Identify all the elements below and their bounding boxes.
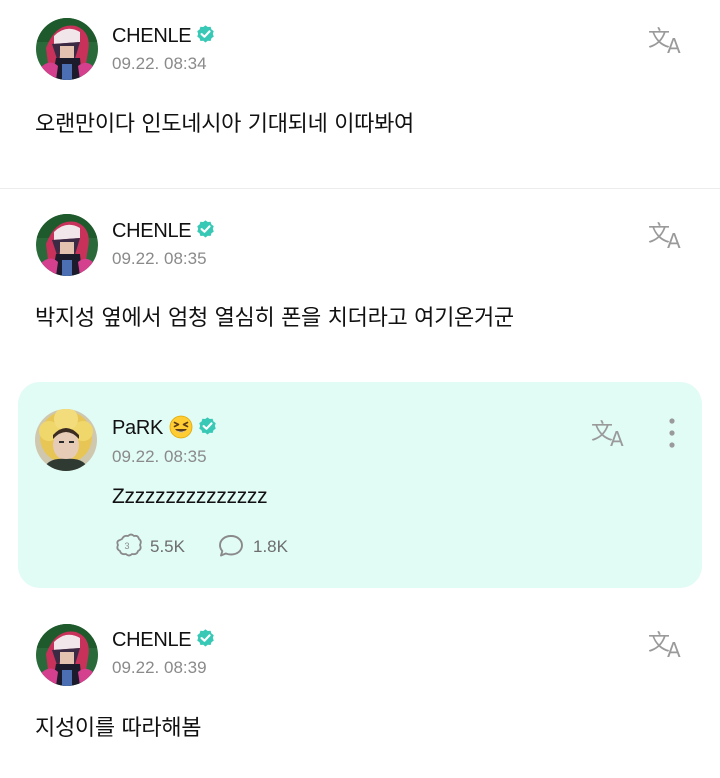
translate-icon[interactable] xyxy=(648,217,688,251)
avatar-chenle[interactable] xyxy=(36,214,98,276)
avatar-chenle[interactable] xyxy=(36,624,98,686)
translate-icon[interactable] xyxy=(648,22,688,56)
verified-icon xyxy=(195,219,216,240)
avatar-image xyxy=(36,214,98,276)
post-text: 박지성 옆에서 엄청 열심히 폰을 치더라고 여기온거군 xyxy=(35,306,514,331)
author-name-text: CHENLE xyxy=(112,220,192,242)
like-icon[interactable]: 3 xyxy=(114,533,144,559)
divider xyxy=(0,188,720,189)
author-name-text: CHENLE xyxy=(112,25,192,47)
reply-card[interactable]: PaRK 09.22. 08:35 Zzzzzzzzzzzzzzz 3 5.5K… xyxy=(18,382,702,588)
laughing-squint-emoji-icon xyxy=(169,415,193,439)
more-vertical-icon[interactable] xyxy=(666,416,678,452)
avatar-image xyxy=(36,18,98,80)
comment-icon[interactable] xyxy=(217,533,245,559)
post-date: 09.22. 08:34 xyxy=(112,54,207,73)
reply-author-name[interactable]: PaRK xyxy=(112,415,218,440)
post-date: 09.22. 08:39 xyxy=(112,658,207,677)
translate-icon[interactable] xyxy=(648,626,688,660)
avatar-image xyxy=(36,624,98,686)
post-text: 지성이를 따라해봄 xyxy=(35,716,202,741)
verified-icon xyxy=(195,24,216,45)
avatar-image xyxy=(35,409,97,471)
verified-icon xyxy=(197,416,218,437)
reply-author-text: PaRK xyxy=(112,417,164,439)
author-name[interactable]: CHENLE xyxy=(112,628,216,652)
post-text: 오랜만이다 인도네시아 기대되네 이따봐여 xyxy=(35,112,415,137)
avatar-park[interactable] xyxy=(35,409,97,471)
author-name-text: CHENLE xyxy=(112,629,192,651)
reply-date: 09.22. 08:35 xyxy=(112,447,207,466)
verified-icon xyxy=(195,628,216,649)
like-count: 5.5K xyxy=(150,537,185,556)
reply-text: Zzzzzzzzzzzzzzz xyxy=(112,485,268,508)
svg-text:3: 3 xyxy=(125,541,130,551)
post-date: 09.22. 08:35 xyxy=(112,249,207,268)
author-name[interactable]: CHENLE xyxy=(112,24,216,48)
avatar-chenle[interactable] xyxy=(36,18,98,80)
translate-icon[interactable] xyxy=(591,415,631,449)
author-name[interactable]: CHENLE xyxy=(112,219,216,243)
comment-count: 1.8K xyxy=(253,537,288,556)
